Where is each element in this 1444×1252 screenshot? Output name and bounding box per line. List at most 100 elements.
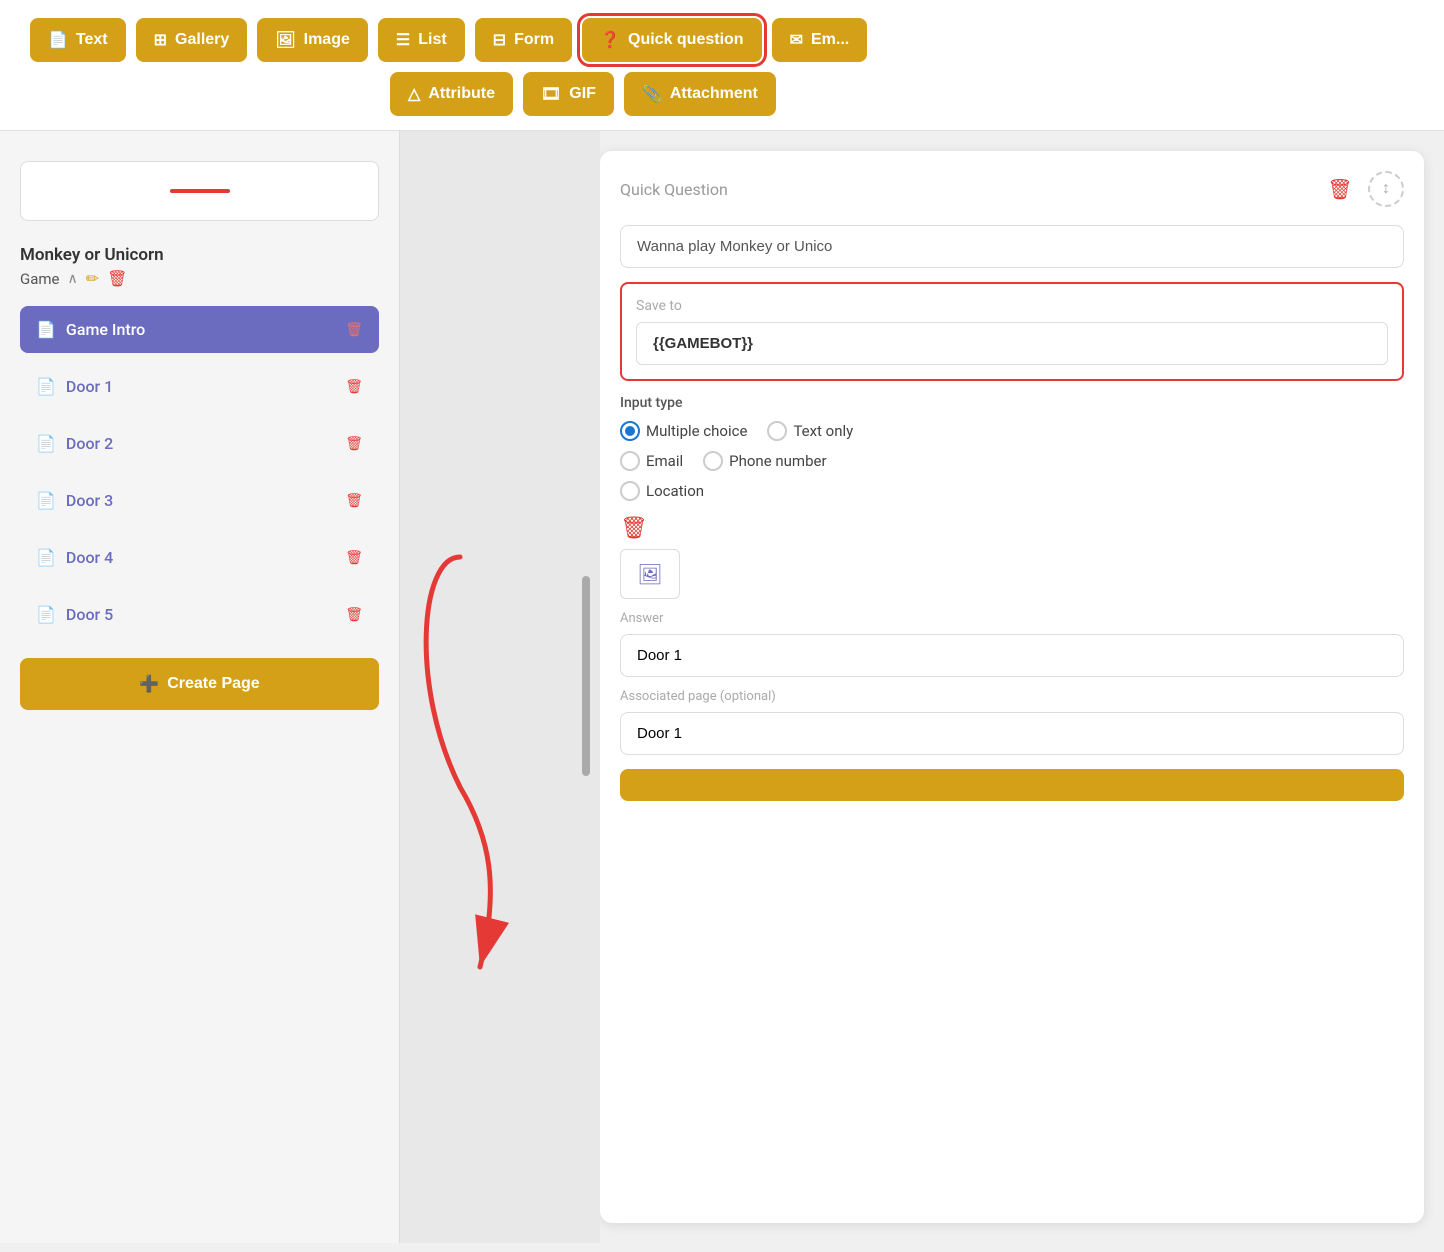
page-item-game-intro[interactable]: 📄 Game Intro 🗑 xyxy=(20,306,379,353)
page-item-door-4[interactable]: 📄 Door 4 🗑 xyxy=(20,534,379,581)
radio-label-location: Location xyxy=(646,482,704,500)
gif-icon: 🎞 xyxy=(541,84,561,104)
bottom-action-button[interactable] xyxy=(620,769,1404,801)
toolbar-row1: 📄 Text ⊞ Gallery 🖼 Image ☰ List ⊟ Form ❓… xyxy=(30,18,1414,62)
radio-label-text-only: Text only xyxy=(793,422,853,440)
email-button-label: Em... xyxy=(811,31,849,49)
associated-page-label: Associated page (optional) xyxy=(620,689,1404,704)
page-label-door-4: Door 4 xyxy=(66,548,335,567)
text-button-label: Text xyxy=(76,31,108,49)
gallery-button-label: Gallery xyxy=(175,31,229,49)
quick-question-icon: ❓ xyxy=(600,30,620,50)
quick-question-button[interactable]: ❓ Quick question xyxy=(582,18,762,62)
associated-page-input[interactable] xyxy=(620,712,1404,755)
gallery-icon: ⊞ xyxy=(154,30,167,50)
page-item-door-2[interactable]: 📄 Door 2 🗑 xyxy=(20,420,379,467)
form-button-label: Form xyxy=(514,31,554,49)
create-page-label: Create Page xyxy=(167,675,260,693)
list-icon: ☰ xyxy=(396,30,410,50)
attachment-button-label: Attachment xyxy=(670,85,758,103)
page-label-door-3: Door 3 xyxy=(66,491,335,510)
gallery-button[interactable]: ⊞ Gallery xyxy=(136,18,248,62)
answer-label: Answer xyxy=(620,611,1404,626)
radio-text-only[interactable]: Text only xyxy=(767,421,853,441)
list-button[interactable]: ☰ List xyxy=(378,18,465,62)
page-item-door-5[interactable]: 📄 Door 5 🗑 xyxy=(20,591,379,638)
radio-label-multiple-choice: Multiple choice xyxy=(646,422,747,440)
radio-email[interactable]: Email xyxy=(620,451,683,471)
main-content: Monkey or Unicorn Game ∧ ✏ 🗑 📄 Game Intr… xyxy=(0,131,1444,1243)
toolbar-row2: △ Attribute 🎞 GIF 📎 Attachment xyxy=(390,72,776,116)
radio-label-email: Email xyxy=(646,452,683,470)
page-icon-door-2: 📄 xyxy=(36,434,56,453)
image-placeholder-icon: 🖼 xyxy=(637,562,662,587)
attachment-button[interactable]: 📎 Attachment xyxy=(624,72,776,116)
panel-move-button[interactable]: ↕ xyxy=(1368,171,1404,207)
radio-label-phone: Phone number xyxy=(729,452,826,470)
page-item-door-1[interactable]: 📄 Door 1 🗑 xyxy=(20,363,379,410)
chevron-icon: ∧ xyxy=(68,271,78,287)
page-label-game-intro: Game Intro xyxy=(66,320,335,339)
radio-circle-text-only xyxy=(767,421,787,441)
page-trash-door-1[interactable]: 🗑 xyxy=(345,379,363,395)
radio-circle-location xyxy=(620,481,640,501)
project-name: Monkey or Unicorn xyxy=(20,245,164,265)
quick-question-panel: Quick Question 🗑 ↕ Save to Input type Mu… xyxy=(600,151,1424,1223)
edit-icon[interactable]: ✏ xyxy=(86,269,99,288)
form-icon: ⊟ xyxy=(493,30,506,50)
page-label-door-2: Door 2 xyxy=(66,434,335,453)
page-icon-door-1: 📄 xyxy=(36,377,56,396)
panel-delete-button[interactable]: 🗑 xyxy=(1322,171,1358,207)
page-item-door-3[interactable]: 📄 Door 3 🗑 xyxy=(20,477,379,524)
scrollbar[interactable] xyxy=(582,576,590,776)
page-icon-door-4: 📄 xyxy=(36,548,56,567)
delete-project-icon[interactable]: 🗑 xyxy=(107,269,127,288)
radio-multiple-choice[interactable]: Multiple choice xyxy=(620,421,747,441)
radio-row-2: Email Phone number xyxy=(620,451,1404,471)
text-button[interactable]: 📄 Text xyxy=(30,18,126,62)
text-icon: 📄 xyxy=(48,30,68,50)
attribute-button-label: Attribute xyxy=(428,85,495,103)
save-to-input[interactable] xyxy=(636,322,1388,365)
panel-header: Quick Question 🗑 ↕ xyxy=(620,171,1404,207)
toolbar: 📄 Text ⊞ Gallery 🖼 Image ☰ List ⊟ Form ❓… xyxy=(0,0,1444,131)
save-to-label: Save to xyxy=(636,298,1388,314)
email-button[interactable]: ✉ Em... xyxy=(772,18,868,62)
form-button[interactable]: ⊟ Form xyxy=(475,18,572,62)
input-type-label: Input type xyxy=(620,395,1404,411)
question-input[interactable] xyxy=(620,225,1404,268)
center-area xyxy=(400,131,600,1243)
attachment-icon: 📎 xyxy=(642,84,662,104)
project-subtitle: Game xyxy=(20,270,60,288)
answer-input[interactable] xyxy=(620,634,1404,677)
attribute-icon: △ xyxy=(408,84,420,104)
sidebar-top-card xyxy=(20,161,379,221)
radio-circle-phone xyxy=(703,451,723,471)
panel-title: Quick Question xyxy=(620,180,728,199)
input-type-section: Input type Multiple choice Text only Ema… xyxy=(620,395,1404,501)
answer-image-button[interactable]: 🖼 xyxy=(620,549,680,599)
page-trash-game-intro[interactable]: 🗑 xyxy=(345,322,363,338)
gif-button-label: GIF xyxy=(569,85,596,103)
sidebar: Monkey or Unicorn Game ∧ ✏ 🗑 📄 Game Intr… xyxy=(0,131,400,1243)
radio-location[interactable]: Location xyxy=(620,481,704,501)
page-icon-door-5: 📄 xyxy=(36,605,56,624)
page-label-door-1: Door 1 xyxy=(66,377,335,396)
annotation-arrow xyxy=(400,131,600,1243)
page-trash-door-5[interactable]: 🗑 xyxy=(345,607,363,623)
radio-phone[interactable]: Phone number xyxy=(703,451,826,471)
create-page-button[interactable]: ➕ Create Page xyxy=(20,658,379,710)
radio-row-3: Location xyxy=(620,481,1404,501)
email-icon: ✉ xyxy=(790,30,803,50)
page-icon-door-3: 📄 xyxy=(36,491,56,510)
gif-button[interactable]: 🎞 GIF xyxy=(523,72,614,116)
page-trash-door-4[interactable]: 🗑 xyxy=(345,550,363,566)
attribute-button[interactable]: △ Attribute xyxy=(390,72,513,116)
image-button[interactable]: 🖼 Image xyxy=(257,18,368,62)
page-trash-door-3[interactable]: 🗑 xyxy=(345,493,363,509)
page-trash-door-2[interactable]: 🗑 xyxy=(345,436,363,452)
answer-trash-button[interactable]: 🗑 xyxy=(620,515,648,541)
radio-row-1: Multiple choice Text only xyxy=(620,421,1404,441)
save-to-section: Save to xyxy=(620,282,1404,381)
list-button-label: List xyxy=(418,31,446,49)
